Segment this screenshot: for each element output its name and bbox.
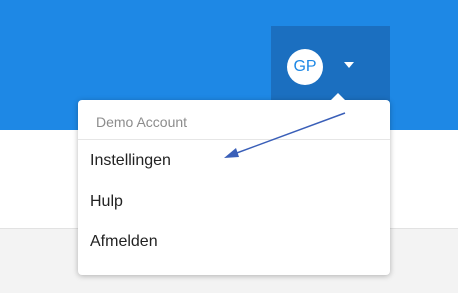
menu-divider: [78, 139, 390, 140]
menu-item-afmelden[interactable]: Afmelden: [90, 233, 158, 251]
menu-item-hulp[interactable]: Hulp: [90, 193, 123, 211]
caret-down-icon[interactable]: [344, 62, 354, 68]
avatar[interactable]: GP: [287, 49, 323, 85]
account-name-label: Demo Account: [96, 114, 188, 130]
account-dropdown-menu: Demo Account Instellingen Hulp Afmelden: [78, 93, 390, 275]
menu-item-instellingen[interactable]: Instellingen: [90, 152, 171, 170]
dropdown-pointer: [331, 93, 345, 100]
